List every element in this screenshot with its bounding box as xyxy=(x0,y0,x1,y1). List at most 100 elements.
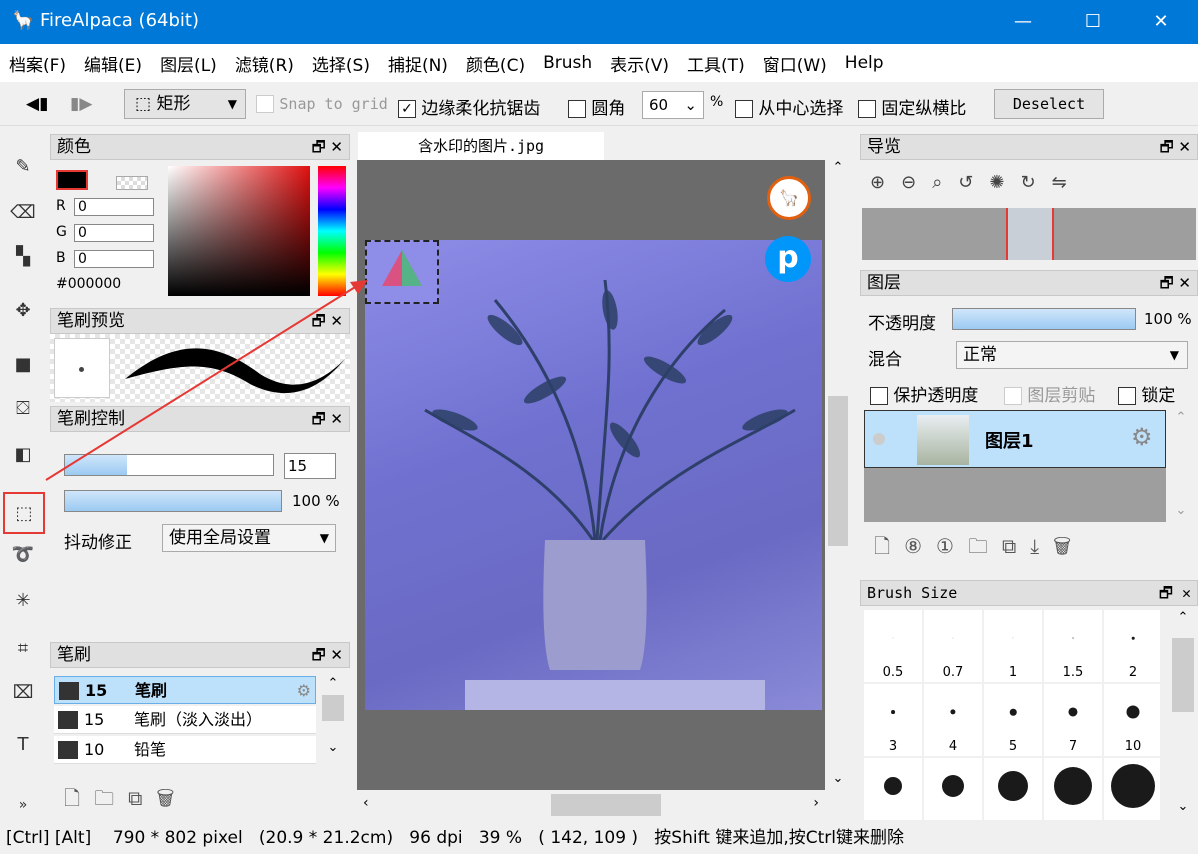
blend-mode-select[interactable]: 正常 ▼ xyxy=(956,341,1188,369)
deselect-button[interactable]: Deselect xyxy=(994,89,1104,119)
brush-size-input[interactable]: 15 xyxy=(284,453,336,479)
gradient-tool-icon[interactable]: ◧ xyxy=(8,440,38,470)
zoom-in-icon[interactable]: ⊕ xyxy=(870,172,901,193)
trash-icon[interactable]: 🗑 xyxy=(1053,534,1085,558)
protect-alpha-checkbox[interactable]: 保护透明度 xyxy=(870,381,978,406)
close-button[interactable]: ✕ xyxy=(1138,0,1184,44)
panel-controls-icon[interactable]: 🗗 ✕ xyxy=(312,135,343,159)
brush-list-scrollbar[interactable]: ⌃ ⌄ xyxy=(320,676,346,772)
rotate-left-icon[interactable]: ↺ xyxy=(958,172,989,193)
bucket-tool-icon[interactable]: ⛋ xyxy=(8,394,38,424)
new-brush-icon[interactable]: 🗋 xyxy=(64,786,94,810)
tab-document[interactable]: 含水印的图片.jpg xyxy=(358,132,604,160)
move-tool-icon[interactable]: ✥ xyxy=(8,296,38,326)
rotate-right-icon[interactable]: ↻ xyxy=(1020,172,1051,193)
shape-select[interactable]: ⬚ 矩形 ▼ xyxy=(124,89,246,119)
menu-edit[interactable]: 编辑(E) xyxy=(75,51,151,76)
next-icon[interactable]: ▮▶ xyxy=(70,94,92,114)
menu-tools[interactable]: 工具(T) xyxy=(678,51,754,76)
brush-size-cell[interactable]: 10 xyxy=(1104,684,1160,756)
layer-row[interactable]: 图层1 ⚙ xyxy=(864,410,1166,468)
panel-controls-icon[interactable]: 🗗 ✕ xyxy=(1159,581,1191,605)
select-pen-icon[interactable]: ⌗ xyxy=(8,634,38,664)
clipping-checkbox[interactable]: 图层剪贴 xyxy=(1004,381,1095,406)
brush-opacity-slider[interactable] xyxy=(64,490,282,512)
menu-help[interactable]: Help xyxy=(836,53,893,73)
text-tool-icon[interactable]: T xyxy=(8,730,38,760)
canvas-vscrollbar[interactable]: ⌃ ⌄ xyxy=(826,160,850,790)
panel-controls-icon[interactable]: 🗗 ✕ xyxy=(1160,271,1191,295)
duplicate-layer-icon[interactable]: ⧉ xyxy=(1002,534,1030,558)
brush-size-scrollbar[interactable]: ⌃ ⌄ xyxy=(1170,610,1196,818)
panel-controls-icon[interactable]: 🗗 ✕ xyxy=(312,407,343,431)
menu-view[interactable]: 表示(V) xyxy=(601,51,678,76)
stabilizer-select[interactable]: 使用全局设置 ▼ xyxy=(162,524,336,552)
brush-size-cell[interactable]: 0.5 xyxy=(864,610,922,682)
brush-item[interactable]: 15 笔刷 ⚙ xyxy=(54,676,316,704)
brush-size-cell[interactable]: 7 xyxy=(1044,684,1102,756)
antialias-checkbox[interactable]: ✓ 边缘柔化抗锯齿 xyxy=(398,94,540,119)
duplicate-icon[interactable]: ⧉ xyxy=(128,786,156,810)
panel-controls-icon[interactable]: 🗗 ✕ xyxy=(312,309,343,333)
new-8bit-layer-icon[interactable]: ⑧ xyxy=(904,534,936,558)
gear-icon[interactable]: ⚙ xyxy=(1131,423,1153,451)
panel-controls-icon[interactable]: 🗗 ✕ xyxy=(312,643,343,667)
pen-tool-icon[interactable]: ✎ xyxy=(8,152,38,182)
trash-icon[interactable]: 🗑 xyxy=(156,786,188,810)
visibility-icon[interactable] xyxy=(873,433,885,445)
selection-marquee[interactable] xyxy=(365,240,439,304)
menu-filter[interactable]: 滤镜(R) xyxy=(226,51,303,76)
canvas-hscrollbar[interactable]: ‹ › xyxy=(357,792,825,818)
saturation-value-picker[interactable] xyxy=(168,166,310,296)
new-1bit-layer-icon[interactable]: ① xyxy=(936,534,968,558)
menu-file[interactable]: 档案(F) xyxy=(0,51,75,76)
folder-icon[interactable]: 🗀 xyxy=(94,786,128,810)
brush-size-cell[interactable] xyxy=(1104,758,1160,820)
round-corner-checkbox[interactable]: 圆角 xyxy=(568,94,625,119)
menu-layer[interactable]: 图层(L) xyxy=(151,51,226,76)
layer-scrollbar[interactable]: ⌃ ⌄ xyxy=(1168,410,1194,522)
fill-tool-icon[interactable]: ■ xyxy=(8,350,38,380)
select-tool-icon[interactable]: ⬚ xyxy=(3,492,45,534)
gear-icon[interactable]: ⚙ xyxy=(297,677,311,705)
g-input[interactable]: 0 xyxy=(74,224,154,242)
brush-size-cell[interactable] xyxy=(924,758,982,820)
layer-opacity-slider[interactable] xyxy=(952,308,1136,330)
brush-item[interactable]: 10 铅笔 xyxy=(54,736,316,764)
brush-size-cell[interactable] xyxy=(984,758,1042,820)
brush-size-cell[interactable] xyxy=(864,758,922,820)
dot-tool-icon[interactable]: ▚ xyxy=(8,242,38,272)
menu-brush[interactable]: Brush xyxy=(534,53,601,73)
brush-size-cell[interactable]: 1 xyxy=(984,610,1042,682)
navigator-preview[interactable] xyxy=(862,208,1196,260)
menu-select[interactable]: 选择(S) xyxy=(303,51,379,76)
primary-color-swatch[interactable] xyxy=(56,170,88,190)
zoom-out-icon[interactable]: ⊖ xyxy=(901,172,932,193)
merge-down-icon[interactable]: ⤓ xyxy=(1030,534,1053,558)
b-input[interactable]: 0 xyxy=(74,250,154,268)
brush-size-cell[interactable]: 0.7 xyxy=(924,610,982,682)
fixed-ratio-checkbox[interactable]: 固定纵横比 xyxy=(858,94,966,119)
brush-size-cell[interactable] xyxy=(1044,758,1102,820)
from-center-checkbox[interactable]: 从中心选择 xyxy=(735,94,843,119)
round-value-select[interactable]: 60 ⌄ xyxy=(642,91,704,119)
menu-snap[interactable]: 捕捉(N) xyxy=(379,51,457,76)
canvas-area[interactable]: 🦙 p xyxy=(357,160,825,790)
brush-item[interactable]: 15 笔刷（淡入淡出） xyxy=(54,706,316,734)
brush-size-cell[interactable]: 5 xyxy=(984,684,1042,756)
brush-size-cell[interactable]: 4 xyxy=(924,684,982,756)
maximize-button[interactable]: ☐ xyxy=(1070,0,1116,44)
brush-size-cell[interactable]: 2 xyxy=(1104,610,1160,682)
brush-size-slider[interactable] xyxy=(64,454,274,476)
magic-wand-icon[interactable]: ✳ xyxy=(8,586,38,616)
snap-to-grid-checkbox[interactable]: Snap to grid xyxy=(256,94,388,114)
brush-size-cell[interactable]: 3 xyxy=(864,684,922,756)
secondary-color-swatch[interactable] xyxy=(116,176,148,190)
brush-size-cell[interactable]: 1.5 xyxy=(1044,610,1102,682)
minimize-button[interactable]: — xyxy=(1000,0,1046,44)
menu-color[interactable]: 颜色(C) xyxy=(457,51,534,76)
select-eraser-icon[interactable]: ⌧ xyxy=(8,678,38,708)
lock-checkbox[interactable]: 锁定 xyxy=(1118,381,1175,406)
expand-icon[interactable]: » xyxy=(8,790,38,820)
eraser-tool-icon[interactable]: ⌫ xyxy=(8,198,38,228)
